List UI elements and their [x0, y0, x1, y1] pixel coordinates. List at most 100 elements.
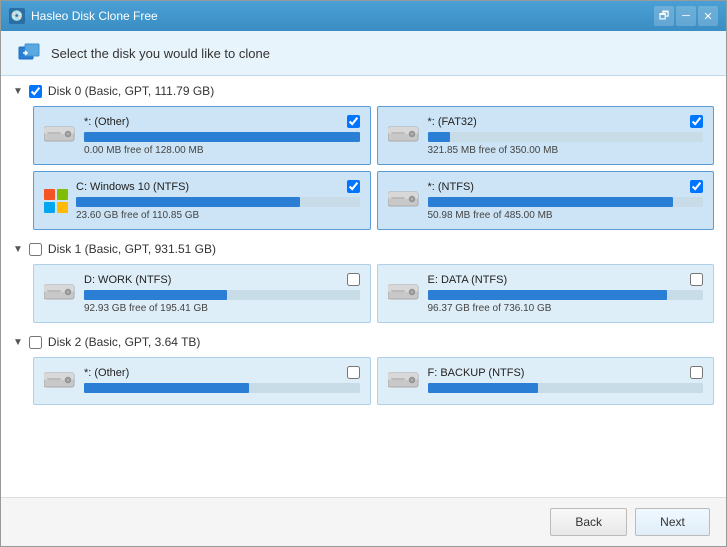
- window-title: Hasleo Disk Clone Free: [31, 9, 654, 23]
- chevron-icon-disk0[interactable]: ▼: [13, 86, 23, 97]
- titlebar: 💿 Hasleo Disk Clone Free 🗗 ─ ✕: [1, 1, 726, 31]
- disk-label-0: Disk 0 (Basic, GPT, 111.79 GB): [48, 84, 214, 98]
- titlebar-controls: 🗗 ─ ✕: [654, 6, 718, 26]
- progress-bar-fill-2-0: [84, 383, 249, 393]
- partition-checkbox-2-1[interactable]: [690, 366, 703, 379]
- partition-card-disk2-1: F: BACKUP (NTFS): [377, 357, 715, 405]
- windows-icon: [44, 189, 68, 213]
- partitions-grid-disk2: *: (Other) F: BACKUP (NTFS): [33, 357, 714, 405]
- partition-checkbox-0-3[interactable]: [690, 180, 703, 193]
- progress-bar-bg-2-0: [84, 383, 360, 393]
- progress-bar-bg-0-1: [428, 132, 704, 142]
- partition-card-disk1-1: E: DATA (NTFS) 96.37 GB free of 736.10 GB: [377, 264, 715, 323]
- partition-name-row-0-3: *: (NTFS): [428, 180, 704, 193]
- drive-icon: [388, 189, 420, 212]
- partition-name-row-1-0: D: WORK (NTFS): [84, 273, 360, 286]
- partition-card-disk0-3: *: (NTFS) 50.98 MB free of 485.00 MB: [377, 171, 715, 230]
- partition-name-row-2-1: F: BACKUP (NTFS): [428, 366, 704, 379]
- partition-card-disk0-0: *: (Other) 0.00 MB free of 128.00 MB: [33, 106, 371, 165]
- disk-list[interactable]: ▼ Disk 0 (Basic, GPT, 111.79 GB) *: (Othe…: [1, 76, 726, 497]
- partition-card-disk0-2: C: Windows 10 (NTFS) 23.60 GB free of 110…: [33, 171, 371, 230]
- progress-bar-fill-2-1: [428, 383, 538, 393]
- partition-size-0-2: 23.60 GB free of 110.85 GB: [76, 210, 360, 221]
- partition-info-0-3: *: (NTFS) 50.98 MB free of 485.00 MB: [428, 180, 704, 221]
- partition-checkbox-0-0[interactable]: [347, 115, 360, 128]
- disk-checkbox-1[interactable]: [29, 243, 42, 256]
- close-button[interactable]: ✕: [698, 6, 718, 26]
- progress-bar-fill-0-0: [84, 132, 360, 142]
- disk-checkbox-0[interactable]: [29, 85, 42, 98]
- partition-name-0-3: *: (NTFS): [428, 181, 474, 193]
- partition-size-0-1: 321.85 MB free of 350.00 MB: [428, 145, 704, 156]
- partition-name-row-0-2: C: Windows 10 (NTFS): [76, 180, 360, 193]
- partition-checkbox-1-0[interactable]: [347, 273, 360, 286]
- progress-bar-fill-0-1: [428, 132, 450, 142]
- partition-name-row-0-0: *: (Other): [84, 115, 360, 128]
- partition-info-0-1: *: (FAT32) 321.85 MB free of 350.00 MB: [428, 115, 704, 156]
- partition-card-disk1-0: D: WORK (NTFS) 92.93 GB free of 195.41 GB: [33, 264, 371, 323]
- progress-bar-fill-1-0: [84, 290, 227, 300]
- partition-name-row-2-0: *: (Other): [84, 366, 360, 379]
- partition-name-2-1: F: BACKUP (NTFS): [428, 367, 525, 379]
- back-button[interactable]: Back: [550, 508, 627, 536]
- partition-checkbox-2-0[interactable]: [347, 366, 360, 379]
- chevron-icon-disk2[interactable]: ▼: [13, 337, 23, 348]
- partitions-grid-disk1: D: WORK (NTFS) 92.93 GB free of 195.41 GB…: [33, 264, 714, 323]
- partition-info-2-0: *: (Other): [84, 366, 360, 396]
- partition-name-2-0: *: (Other): [84, 367, 129, 379]
- drive-icon: [388, 282, 420, 305]
- drive-icon: [388, 124, 420, 147]
- partition-checkbox-1-1[interactable]: [690, 273, 703, 286]
- progress-bar-bg-1-0: [84, 290, 360, 300]
- partition-size-1-0: 92.93 GB free of 195.41 GB: [84, 303, 360, 314]
- partition-info-0-0: *: (Other) 0.00 MB free of 128.00 MB: [84, 115, 360, 156]
- progress-bar-bg-2-1: [428, 383, 704, 393]
- partition-size-1-1: 96.37 GB free of 736.10 GB: [428, 303, 704, 314]
- disk-group-2: ▼ Disk 2 (Basic, GPT, 3.64 TB) *: (Other)…: [13, 335, 714, 405]
- partition-card-disk2-0: *: (Other): [33, 357, 371, 405]
- partition-size-0-3: 50.98 MB free of 485.00 MB: [428, 210, 704, 221]
- next-button[interactable]: Next: [635, 508, 710, 536]
- partition-size-0-0: 0.00 MB free of 128.00 MB: [84, 145, 360, 156]
- drive-icon: [388, 370, 420, 393]
- disk-label-1: Disk 1 (Basic, GPT, 931.51 GB): [48, 242, 216, 256]
- progress-bar-fill-0-2: [76, 197, 300, 207]
- disk-header-2: ▼ Disk 2 (Basic, GPT, 3.64 TB): [13, 335, 714, 349]
- partition-name-0-2: C: Windows 10 (NTFS): [76, 181, 189, 193]
- progress-bar-fill-0-3: [428, 197, 673, 207]
- main-window: 💿 Hasleo Disk Clone Free 🗗 ─ ✕ Select th…: [0, 0, 727, 547]
- chevron-icon-disk1[interactable]: ▼: [13, 244, 23, 255]
- partition-card-disk0-1: *: (FAT32) 321.85 MB free of 350.00 MB: [377, 106, 715, 165]
- partition-info-1-0: D: WORK (NTFS) 92.93 GB free of 195.41 GB: [84, 273, 360, 314]
- partition-name-row-1-1: E: DATA (NTFS): [428, 273, 704, 286]
- partition-info-2-1: F: BACKUP (NTFS): [428, 366, 704, 396]
- partition-name-0-1: *: (FAT32): [428, 116, 477, 128]
- partition-info-0-2: C: Windows 10 (NTFS) 23.60 GB free of 110…: [76, 180, 360, 221]
- disk-group-1: ▼ Disk 1 (Basic, GPT, 931.51 GB) D: WORK …: [13, 242, 714, 323]
- restore-button[interactable]: 🗗: [654, 6, 674, 26]
- app-icon: 💿: [9, 8, 25, 24]
- progress-bar-fill-1-1: [428, 290, 668, 300]
- progress-bar-bg-0-2: [76, 197, 360, 207]
- disk-header-1: ▼ Disk 1 (Basic, GPT, 931.51 GB): [13, 242, 714, 256]
- progress-bar-bg-0-3: [428, 197, 704, 207]
- clone-icon: [17, 41, 41, 65]
- partitions-grid-disk0: *: (Other) 0.00 MB free of 128.00 MB *: (…: [33, 106, 714, 230]
- drive-icon: [44, 124, 76, 147]
- drive-icon: [44, 370, 76, 393]
- partition-info-1-1: E: DATA (NTFS) 96.37 GB free of 736.10 GB: [428, 273, 704, 314]
- partition-name-1-1: E: DATA (NTFS): [428, 274, 508, 286]
- disk-header-0: ▼ Disk 0 (Basic, GPT, 111.79 GB): [13, 84, 714, 98]
- partition-name-1-0: D: WORK (NTFS): [84, 274, 171, 286]
- disk-label-2: Disk 2 (Basic, GPT, 3.64 TB): [48, 335, 201, 349]
- partition-checkbox-0-1[interactable]: [690, 115, 703, 128]
- drive-icon: [44, 282, 76, 305]
- disk-checkbox-2[interactable]: [29, 336, 42, 349]
- partition-name-0-0: *: (Other): [84, 116, 129, 128]
- minimize-button[interactable]: ─: [676, 6, 696, 26]
- partition-checkbox-0-2[interactable]: [347, 180, 360, 193]
- page-header: Select the disk you would like to clone: [1, 31, 726, 76]
- progress-bar-bg-0-0: [84, 132, 360, 142]
- footer: Back Next: [1, 497, 726, 546]
- progress-bar-bg-1-1: [428, 290, 704, 300]
